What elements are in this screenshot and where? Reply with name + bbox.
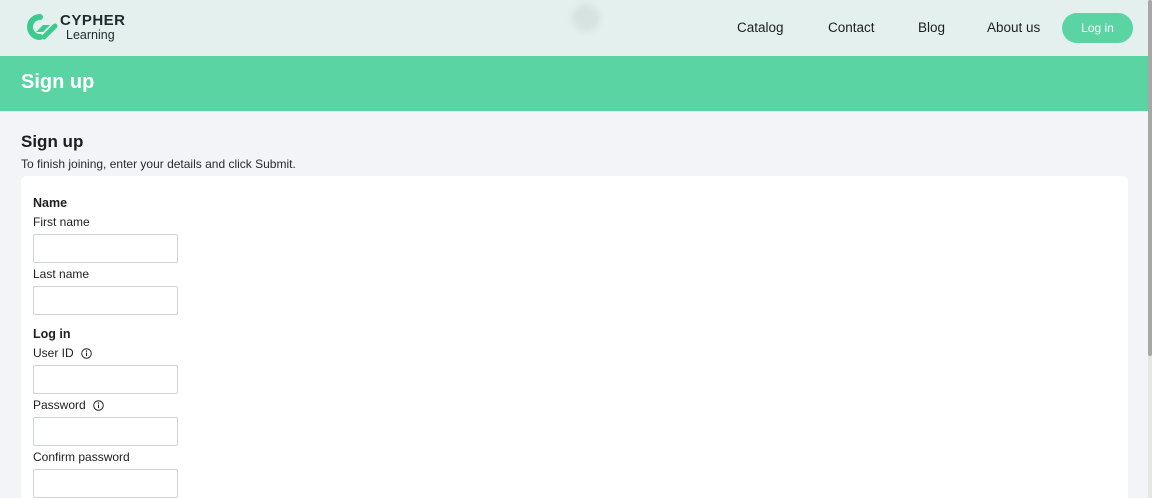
password-label: Password [33, 398, 86, 412]
decorative-blur-dot [572, 4, 600, 32]
user-id-label: User ID [33, 346, 74, 360]
info-circle-icon[interactable] [92, 399, 104, 411]
name-group-title: Name [33, 196, 68, 210]
first-name-input[interactable] [33, 234, 178, 263]
login-button[interactable]: Log in [1062, 13, 1133, 43]
top-navigation-bar: CYPHER Learning Catalog Contact Blog Abo… [0, 0, 1148, 56]
cypher-learning-logo[interactable]: CYPHER Learning [22, 13, 126, 42]
user-id-input[interactable] [33, 365, 178, 394]
login-group-title: Log in [33, 327, 71, 341]
info-circle-icon[interactable] [80, 347, 92, 359]
logo-wordmark: CYPHER Learning [60, 13, 126, 42]
form-description: To finish joining, enter your details an… [21, 157, 296, 171]
cypher-logo-icon [27, 14, 58, 41]
first-name-label: First name [33, 215, 90, 229]
form-title: Sign up [21, 132, 84, 151]
signup-page: CYPHER Learning Catalog Contact Blog Abo… [0, 0, 1152, 498]
confirm-password-input[interactable] [33, 469, 178, 498]
nav-catalog-link[interactable]: Catalog [737, 20, 784, 35]
logo-text-learning: Learning [66, 28, 115, 42]
nav-about-us-link[interactable]: About us [987, 20, 1040, 35]
nav-blog-link[interactable]: Blog [918, 20, 945, 35]
password-label-row: Password [33, 398, 104, 412]
last-name-label: Last name [33, 267, 90, 281]
signup-form-card [21, 176, 1128, 498]
logo-text-cypher: CYPHER [60, 12, 126, 29]
page-scrollbar-thumb[interactable] [1148, 0, 1152, 356]
confirm-password-label: Confirm password [33, 450, 130, 464]
user-id-label-row: User ID [33, 346, 92, 360]
password-input[interactable] [33, 417, 178, 446]
page-banner: Sign up [0, 56, 1148, 111]
banner-title: Sign up [21, 71, 95, 93]
last-name-input[interactable] [33, 286, 178, 315]
nav-contact-link[interactable]: Contact [828, 20, 875, 35]
